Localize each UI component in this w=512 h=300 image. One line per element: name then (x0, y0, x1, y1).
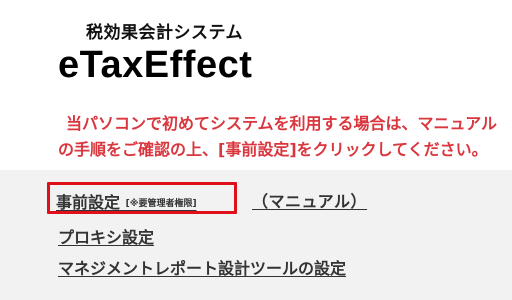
prior-settings-label: 事前設定 (56, 193, 121, 212)
report-tool-settings-link[interactable]: マネジメントレポート設計ツールの設定 (58, 255, 346, 279)
first-use-notice-line-2: の手順をご確認の上、[事前設定]をクリックしてください。 (58, 140, 488, 159)
admin-required-note: [※要管理者権限] (125, 199, 197, 209)
proxy-settings-link[interactable]: プロキシ設定 (58, 224, 154, 248)
app-header: 税効果会計システム eTaxEffect 当パソコンで初めてシステムを利用する場… (0, 0, 512, 170)
first-use-notice-line-1: 当パソコンで初めてシステムを利用する場合は、マニュアル (66, 114, 498, 133)
prior-settings-link[interactable]: 事前設定 [※要管理者権限] (56, 189, 197, 213)
app-subtitle: 税効果会計システム (86, 23, 243, 43)
app-logo: eTaxEffect (58, 44, 253, 86)
manual-link[interactable]: （マニュアル） (252, 188, 367, 212)
